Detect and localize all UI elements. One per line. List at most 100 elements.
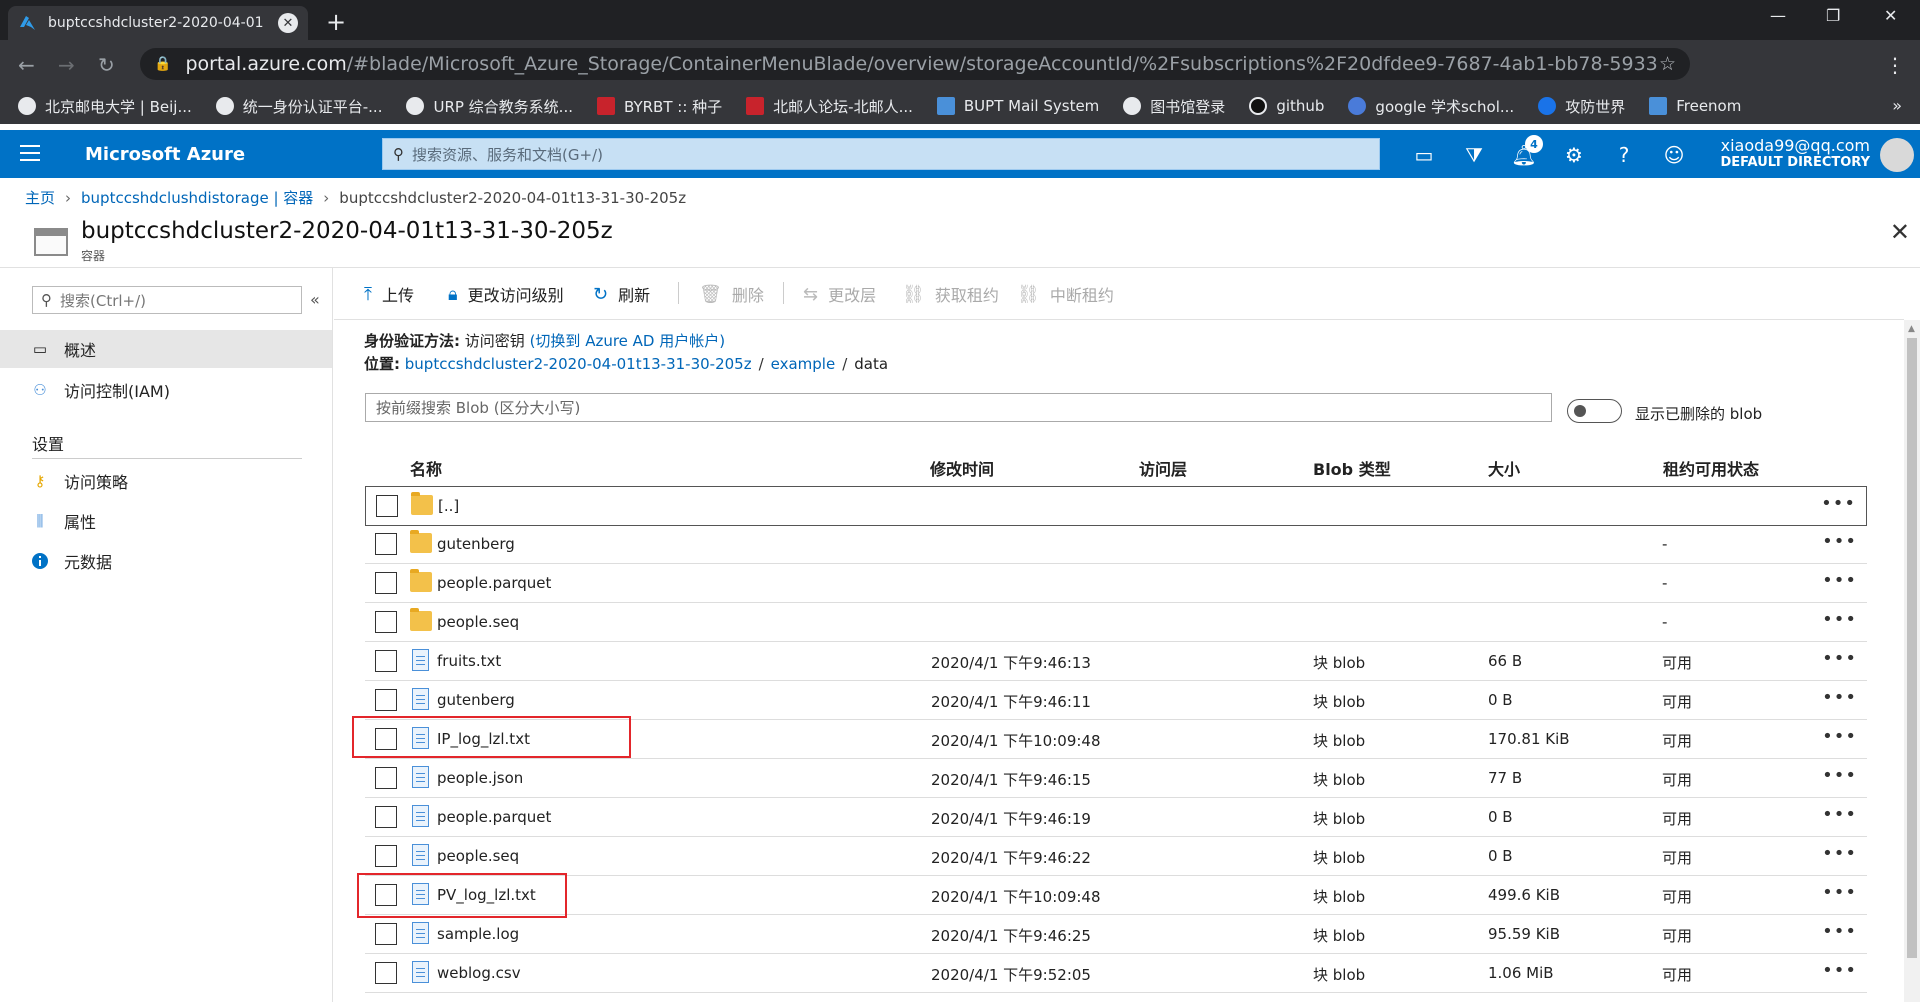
folder-row[interactable]: people.seq - •••: [365, 603, 1867, 642]
change-tier-button[interactable]: ⇆ 更改层: [803, 282, 876, 306]
show-deleted-toggle[interactable]: [1567, 399, 1622, 423]
acquire-lease-button[interactable]: ⛓︎ 获取租约: [902, 282, 999, 306]
forward-icon[interactable]: →: [58, 53, 75, 77]
feedback-smiley-icon[interactable]: ☺: [1660, 142, 1688, 168]
bookmark-item[interactable]: 北京邮电大学 | Beij...: [18, 96, 192, 117]
blob-row[interactable]: weblog.csv 2020/4/1 下午9:52:05 块 blob 1.06 M…: [365, 954, 1867, 993]
location-folder-link[interactable]: example: [771, 355, 836, 373]
bookmark-item[interactable]: 北邮人论坛-北邮人...: [746, 96, 913, 117]
row-checkbox[interactable]: [375, 533, 397, 555]
blob-row[interactable]: fruits.txt 2020/4/1 下午9:46:13 块 blob 66 B 可用…: [365, 642, 1867, 681]
menu-item-access-policy[interactable]: ⚷ 访问策略: [0, 462, 332, 500]
row-checkbox[interactable]: [376, 495, 398, 517]
close-blade-icon[interactable]: ✕: [1890, 218, 1910, 246]
column-header-name[interactable]: 名称: [410, 456, 442, 480]
blob-name[interactable]: fruits.txt: [437, 652, 501, 670]
vertical-scrollbar[interactable]: ▲: [1904, 320, 1920, 1002]
more-options-icon[interactable]: •••: [1822, 882, 1857, 903]
more-options-icon[interactable]: •••: [1822, 570, 1857, 591]
column-header-blob-type[interactable]: Blob 类型: [1313, 456, 1391, 480]
menu-item-overview[interactable]: ▭ 概述: [0, 330, 332, 368]
more-options-icon[interactable]: •••: [1822, 687, 1857, 708]
more-options-icon[interactable]: •••: [1822, 531, 1857, 552]
bookmark-item[interactable]: BYRBT :: 种子: [597, 96, 722, 117]
blob-row[interactable]: gutenberg 2020/4/1 下午9:46:11 块 blob 0 B 可用 ••…: [365, 681, 1867, 720]
back-icon[interactable]: ←: [18, 53, 35, 77]
blob-row[interactable]: people.seq 2020/4/1 下午9:46:22 块 blob 0 B 可用 •…: [365, 837, 1867, 876]
global-search-input[interactable]: ⚲ 搜索资源、服务和文档(G+/): [382, 138, 1380, 170]
more-options-icon[interactable]: •••: [1822, 921, 1857, 942]
change-access-level-button[interactable]: 🔒︎ 更改访问级别: [448, 282, 564, 306]
delete-button[interactable]: 🗑︎ 删除: [699, 282, 764, 306]
close-tab-icon[interactable]: ✕: [278, 13, 298, 33]
row-checkbox[interactable]: [375, 572, 397, 594]
row-checkbox[interactable]: [375, 806, 397, 828]
column-header-lease[interactable]: 租约可用状态: [1663, 456, 1759, 480]
settings-gear-icon[interactable]: ⚙: [1560, 142, 1588, 168]
row-checkbox[interactable]: [375, 962, 397, 984]
scroll-up-icon[interactable]: ▲: [1908, 324, 1915, 334]
azure-brand[interactable]: Microsoft Azure: [85, 144, 245, 165]
blob-row[interactable]: PV_log_lzl.txt 2020/4/1 下午10:09:48 块 blob 4…: [365, 876, 1867, 915]
blob-name[interactable]: gutenberg: [437, 535, 515, 553]
folder-row[interactable]: [..] •••: [365, 486, 1867, 526]
menu-item-metadata[interactable]: 元数据: [0, 542, 332, 580]
bookmark-item[interactable]: 图书馆登录: [1123, 96, 1225, 117]
window-close-icon[interactable]: ✕: [1884, 6, 1897, 25]
menu-dots-icon[interactable]: ⋮: [1885, 53, 1905, 77]
bookmark-star-icon[interactable]: ☆: [1659, 53, 1676, 75]
more-options-icon[interactable]: •••: [1822, 960, 1857, 981]
restore-icon[interactable]: ❐: [1826, 6, 1840, 25]
folder-row[interactable]: gutenberg - •••: [365, 525, 1867, 564]
collapse-menu-icon[interactable]: «: [310, 290, 320, 309]
blob-name[interactable]: weblog.csv: [437, 964, 521, 982]
bookmark-item[interactable]: github: [1249, 97, 1324, 115]
more-options-icon[interactable]: •••: [1822, 726, 1857, 747]
more-options-icon[interactable]: •••: [1822, 804, 1857, 825]
blob-name[interactable]: people.parquet: [437, 808, 551, 826]
browser-tab[interactable]: buptccshdcluster2-2020-04-01 ✕: [8, 6, 308, 40]
bookmark-item[interactable]: BUPT Mail System: [936, 97, 1099, 115]
hamburger-menu-icon[interactable]: [20, 145, 40, 166]
blob-name[interactable]: people.parquet: [437, 574, 551, 592]
bookmark-item[interactable]: 统一身份认证平台-...: [215, 96, 382, 117]
breadcrumb-storage[interactable]: buptccshdclushdistorage | 容器: [81, 189, 313, 207]
bookmark-item[interactable]: google 学术schol...: [1348, 96, 1514, 117]
bookmarks-overflow-icon[interactable]: »: [1892, 96, 1902, 115]
blob-row[interactable]: sample.log 2020/4/1 下午9:46:25 块 blob 95.59 …: [365, 915, 1867, 954]
blob-row[interactable]: people.parquet 2020/4/1 下午9:46:19 块 blob 0 …: [365, 798, 1867, 837]
column-header-modified[interactable]: 修改时间: [930, 456, 994, 480]
breadcrumb-home[interactable]: 主页: [25, 189, 55, 207]
address-bar[interactable]: 🔒 portal.azure.com /#blade/Microsoft_Azu…: [140, 48, 1690, 80]
account-info[interactable]: xiaoda99@qq.com DEFAULT DIRECTORY: [1721, 136, 1871, 170]
menu-item-iam[interactable]: ⚇ 访问控制(IAM): [0, 371, 332, 409]
row-checkbox[interactable]: [375, 611, 397, 633]
blob-name[interactable]: people.seq: [437, 847, 519, 865]
column-header-tier[interactable]: 访问层: [1139, 456, 1187, 480]
blob-name[interactable]: people.seq: [437, 613, 519, 631]
menu-search-input[interactable]: ⚲ 搜索(Ctrl+/): [32, 286, 302, 314]
directory-filter-icon[interactable]: ⧩: [1460, 142, 1488, 168]
more-options-icon[interactable]: •••: [1822, 648, 1857, 669]
blob-row[interactable]: people.json 2020/4/1 下午9:46:15 块 blob 77 B 可…: [365, 759, 1867, 798]
new-tab-icon[interactable]: +: [326, 8, 346, 36]
cloud-shell-icon[interactable]: ▭: [1410, 142, 1438, 168]
row-checkbox[interactable]: [375, 650, 397, 672]
blob-name[interactable]: people.json: [437, 769, 523, 787]
more-options-icon[interactable]: •••: [1822, 765, 1857, 786]
break-lease-button[interactable]: ⛓︎ 中断租约: [1017, 282, 1114, 306]
more-options-icon[interactable]: •••: [1822, 609, 1857, 630]
more-options-icon[interactable]: •••: [1821, 493, 1856, 514]
minimize-icon[interactable]: —: [1770, 6, 1786, 25]
row-checkbox[interactable]: [375, 689, 397, 711]
folder-row[interactable]: people.parquet - •••: [365, 564, 1867, 603]
bookmark-item[interactable]: Freenom: [1649, 97, 1741, 115]
blob-name[interactable]: gutenberg: [437, 691, 515, 709]
blob-name[interactable]: [..]: [438, 497, 459, 515]
scrollbar-thumb[interactable]: [1907, 338, 1917, 958]
switch-auth-link[interactable]: (切换到 Azure AD 用户帐户): [530, 332, 726, 350]
user-avatar[interactable]: [1880, 138, 1914, 172]
location-container-link[interactable]: buptccshdcluster2-2020-04-01t13-31-30-20…: [405, 355, 752, 373]
help-question-icon[interactable]: ?: [1610, 142, 1638, 168]
more-options-icon[interactable]: •••: [1822, 843, 1857, 864]
